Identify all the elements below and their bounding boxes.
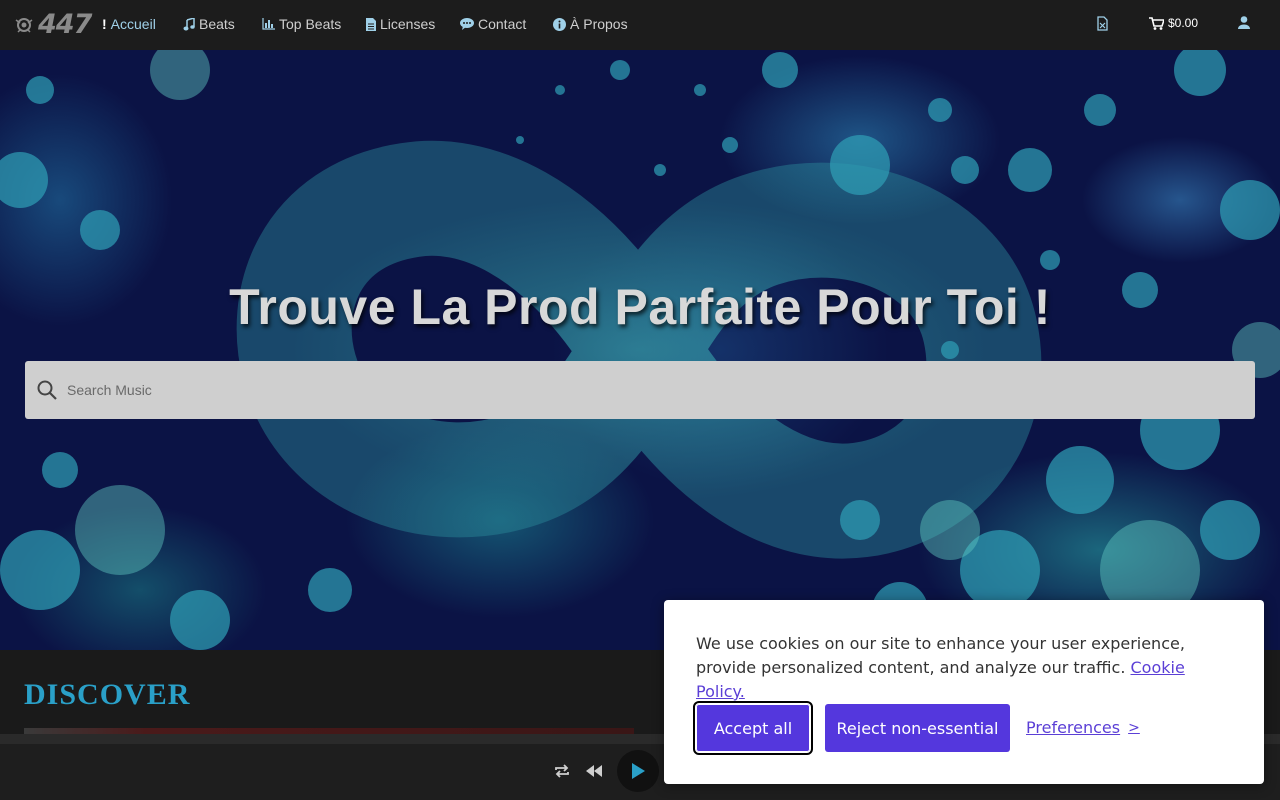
music-note-icon (183, 17, 195, 30)
preferences-link[interactable]: Preferences > (1026, 718, 1140, 737)
nav-item-licenses[interactable]: Licenses (366, 16, 435, 32)
top-nav: 447 ! Accueil Beats Top Beats Licenses C… (0, 0, 1280, 50)
cart-icon (1149, 16, 1164, 30)
nav-item-label: Beats (199, 16, 235, 32)
nav-item-beats[interactable]: Beats (183, 16, 235, 32)
discover-title: DISCOVER (24, 678, 191, 711)
nav-item-label: À Propos (570, 16, 628, 32)
nav-item-label: Accueil (110, 16, 156, 32)
reject-non-essential-button[interactable]: Reject non-essential (825, 704, 1010, 752)
logo-emblem-icon (15, 17, 33, 33)
previous-icon (586, 765, 602, 777)
download-file-button[interactable] (1097, 16, 1108, 31)
nav-item-top-beats[interactable]: Top Beats (262, 16, 341, 32)
play-button[interactable] (617, 750, 659, 792)
download-file-icon (1097, 16, 1108, 31)
user-icon (1238, 16, 1250, 29)
hero-background-art (0, 50, 1280, 650)
logo-text: 447 (38, 9, 92, 40)
repeat-icon (555, 764, 569, 778)
repeat-button[interactable] (553, 764, 571, 778)
document-icon (366, 17, 376, 31)
cookie-message-text: We use cookies on our site to enhance yo… (696, 634, 1185, 677)
accept-all-button[interactable]: Accept all (693, 701, 813, 755)
cart-total: $0.00 (1168, 16, 1199, 30)
bar-chart-icon (262, 18, 275, 30)
preferences-label: Preferences (1026, 718, 1121, 737)
nav-item-label: Top Beats (279, 16, 342, 32)
exclamation-icon: ! (102, 16, 107, 32)
cart-button[interactable]: $0.00 (1149, 16, 1198, 30)
nav-item-accueil[interactable]: ! Accueil (102, 16, 156, 32)
search-bar[interactable] (25, 361, 1255, 419)
hero-title: Trouve La Prod Parfaite Pour Toi ! (229, 279, 1051, 335)
chevron-right-icon: > (1128, 719, 1140, 736)
nav-item-contact[interactable]: Contact (460, 16, 526, 32)
nav-item-label: Contact (478, 16, 527, 32)
site-logo[interactable]: 447 (14, 9, 92, 40)
play-icon (632, 763, 645, 779)
search-icon (37, 380, 57, 400)
nav-item-label: Licenses (380, 16, 436, 32)
chat-bubble-icon (460, 18, 474, 30)
user-account-button[interactable] (1238, 16, 1250, 29)
cookie-message: We use cookies on our site to enhance yo… (696, 632, 1216, 704)
hero-banner: Trouve La Prod Parfaite Pour Toi ! (0, 50, 1280, 650)
cookie-consent-banner: We use cookies on our site to enhance yo… (664, 600, 1264, 784)
nav-item-a-propos[interactable]: À Propos (553, 16, 628, 32)
info-icon (553, 17, 566, 31)
previous-button[interactable] (586, 765, 602, 777)
search-input[interactable] (65, 381, 1169, 399)
